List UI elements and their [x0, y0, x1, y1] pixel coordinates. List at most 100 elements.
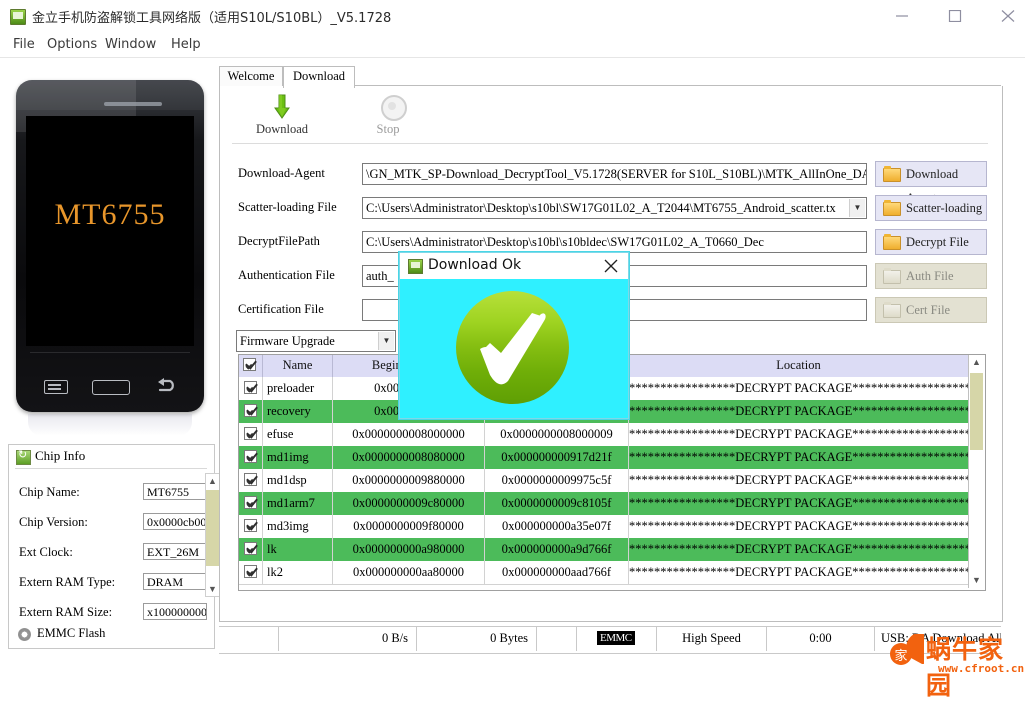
chip-info-scroll-thumb[interactable] — [206, 490, 219, 566]
window-title: 金立手机防盗解锁工具网络版（适用S10L/S10BL）_V5.1728 — [32, 11, 392, 26]
table-row[interactable]: md3img 0x0000000009f80000 0x000000000a35e0… — [239, 515, 968, 539]
scatter-loading-browse-button[interactable]: Scatter-loading — [875, 195, 987, 221]
download-mode-combo[interactable]: Firmware Upgrade ▼ — [236, 330, 396, 352]
dialog-title-bar: Download Ok — [400, 253, 628, 280]
row-checkbox-cell[interactable] — [239, 423, 263, 446]
cert-file-browse-button[interactable]: Cert File — [875, 297, 987, 323]
select-all-checkbox[interactable] — [243, 357, 257, 371]
phone-back-icon — [158, 378, 174, 392]
scatter-loading-combo[interactable]: C:\Users\Administrator\Desktop\s10bl\SW1… — [362, 197, 867, 219]
row-checkbox-cell[interactable] — [239, 446, 263, 469]
stop-button-label: Stop — [376, 122, 400, 136]
tab-download[interactable]: Download — [283, 66, 355, 88]
maximize-button[interactable] — [933, 0, 979, 30]
close-button[interactable] — [986, 0, 1025, 30]
download-agent-browse-button[interactable]: Download Agent — [875, 161, 987, 205]
row-checkbox[interactable] — [244, 403, 258, 417]
table-row[interactable]: efuse 0x0000000008000000 0x000000000800000… — [239, 423, 968, 447]
row-checkbox[interactable] — [244, 380, 258, 394]
row-name: recovery — [263, 400, 333, 423]
decrypt-file-path-input[interactable]: C:\Users\Administrator\Desktop\s10bl\s10… — [362, 231, 867, 253]
dialog-close-button[interactable] — [602, 257, 620, 275]
row-checkbox[interactable] — [244, 495, 258, 509]
menu-item-options[interactable]: Options — [42, 36, 102, 53]
title-bar: 金立手机防盗解锁工具网络版（适用S10L/S10BL）_V5.1728 — [0, 0, 1025, 32]
row-checkbox-cell[interactable] — [239, 561, 263, 584]
dialog-title: Download Ok — [428, 257, 522, 273]
row-name: lk2 — [263, 561, 333, 584]
table-header-name[interactable]: Name — [263, 355, 333, 377]
row-end-address: 0x000000000917d21f — [485, 446, 629, 469]
menu-item-file[interactable]: File — [8, 36, 40, 53]
row-checkbox[interactable] — [244, 449, 258, 463]
table-row[interactable]: md1arm7 0x0000000009c80000 0x0000000009c81… — [239, 492, 968, 516]
row-begin-address: 0x0000000009880000 — [333, 469, 485, 492]
tab-welcome[interactable]: Welcome — [219, 66, 283, 87]
table-row[interactable]: md1img 0x0000000008080000 0x000000000917d2… — [239, 446, 968, 470]
row-location: *****************DECRYPT PACKAGE********… — [629, 496, 968, 510]
row-begin-address: 0x0000000008000000 — [333, 423, 485, 446]
row-checkbox[interactable] — [244, 518, 258, 532]
row-checkbox[interactable] — [244, 541, 258, 555]
decrypt-file-path-label: DecryptFilePath — [238, 234, 320, 248]
chip-info-header: Chip Info — [9, 445, 214, 467]
minimize-button[interactable] — [880, 0, 926, 30]
download-button-label: Download — [255, 122, 309, 136]
scroll-up-icon[interactable]: ▲ — [970, 355, 983, 370]
row-location: *****************DECRYPT PACKAGE********… — [629, 519, 968, 533]
row-checkbox[interactable] — [244, 564, 258, 578]
row-location: *****************DECRYPT PACKAGE********… — [629, 565, 968, 579]
phone-reflection — [28, 414, 192, 436]
row-checkbox-cell[interactable] — [239, 400, 263, 423]
row-location: *****************DECRYPT PACKAGE********… — [629, 381, 968, 395]
auth-file-browse-button[interactable]: Auth File — [875, 263, 987, 289]
row-checkbox-cell[interactable] — [239, 377, 263, 400]
extern-ram-type-label: Extern RAM Type: — [19, 575, 116, 589]
phone-illustration: MT6755 — [16, 80, 204, 412]
table-row[interactable]: lk2 0x000000000aa80000 0x000000000aad766f *… — [239, 561, 968, 585]
row-checkbox[interactable] — [244, 472, 258, 486]
download-ok-dialog: Download Ok — [399, 252, 629, 419]
download-agent-label: Download-Agent — [238, 166, 325, 180]
row-checkbox-cell[interactable] — [239, 469, 263, 492]
row-checkbox-cell[interactable] — [239, 492, 263, 515]
row-end-address: 0x0000000009c8105f — [485, 492, 629, 515]
table-header-location[interactable]: Location — [629, 355, 968, 377]
scroll-up-icon[interactable]: ▲ — [206, 474, 219, 488]
row-checkbox-cell[interactable] — [239, 515, 263, 538]
chip-info-row: Extern RAM Type: DRAM — [19, 573, 207, 595]
menu-item-window[interactable]: Window — [100, 36, 161, 53]
row-begin-address: 0x000000000a980000 — [333, 538, 485, 561]
chip-info-divider — [15, 468, 207, 469]
scatter-loading-browse-label: Scatter-loading — [906, 201, 983, 215]
chevron-down-icon[interactable]: ▼ — [378, 332, 394, 350]
row-location: *****************DECRYPT PACKAGE********… — [629, 450, 968, 464]
status-usb-speed: High Speed — [657, 627, 767, 651]
decrypt-file-browse-button[interactable]: Decrypt File — [875, 229, 987, 255]
stop-button[interactable]: Stop — [340, 92, 436, 140]
chevron-down-icon[interactable]: ▼ — [849, 199, 865, 217]
row-location: *****************DECRYPT PACKAGE********… — [629, 427, 968, 441]
chip-name-label: Chip Name: — [19, 485, 80, 499]
scroll-down-icon[interactable]: ▼ — [206, 582, 219, 596]
svg-text:家: 家 — [894, 648, 907, 664]
menu-item-help[interactable]: Help — [166, 36, 206, 53]
download-button[interactable]: Download — [234, 92, 330, 140]
table-row[interactable]: lk 0x000000000a980000 0x000000000a9d766f **… — [239, 538, 968, 562]
phone-home-icon — [92, 380, 130, 395]
emmc-flash-section[interactable]: EMMC Flash — [8, 622, 215, 649]
gear-icon — [18, 628, 31, 641]
row-name: preloader — [263, 377, 333, 400]
cert-file-browse-label: Cert File — [906, 303, 951, 317]
row-checkbox[interactable] — [244, 426, 258, 440]
folder-icon — [883, 268, 901, 284]
table-row[interactable]: md1dsp 0x0000000009880000 0x0000000009975c… — [239, 469, 968, 493]
table-scrollbar[interactable]: ▲ ▼ — [968, 355, 985, 588]
status-gap — [537, 627, 577, 651]
scroll-down-icon[interactable]: ▼ — [970, 573, 983, 588]
row-checkbox-cell[interactable] — [239, 538, 263, 561]
download-agent-input[interactable]: \GN_MTK_SP-Download_DecryptTool_V5.1728(… — [362, 163, 867, 185]
extern-ram-type-value: DRAM — [143, 573, 207, 590]
decrypt-file-browse-label: Decrypt File — [906, 235, 969, 249]
table-scroll-thumb[interactable] — [970, 373, 983, 450]
